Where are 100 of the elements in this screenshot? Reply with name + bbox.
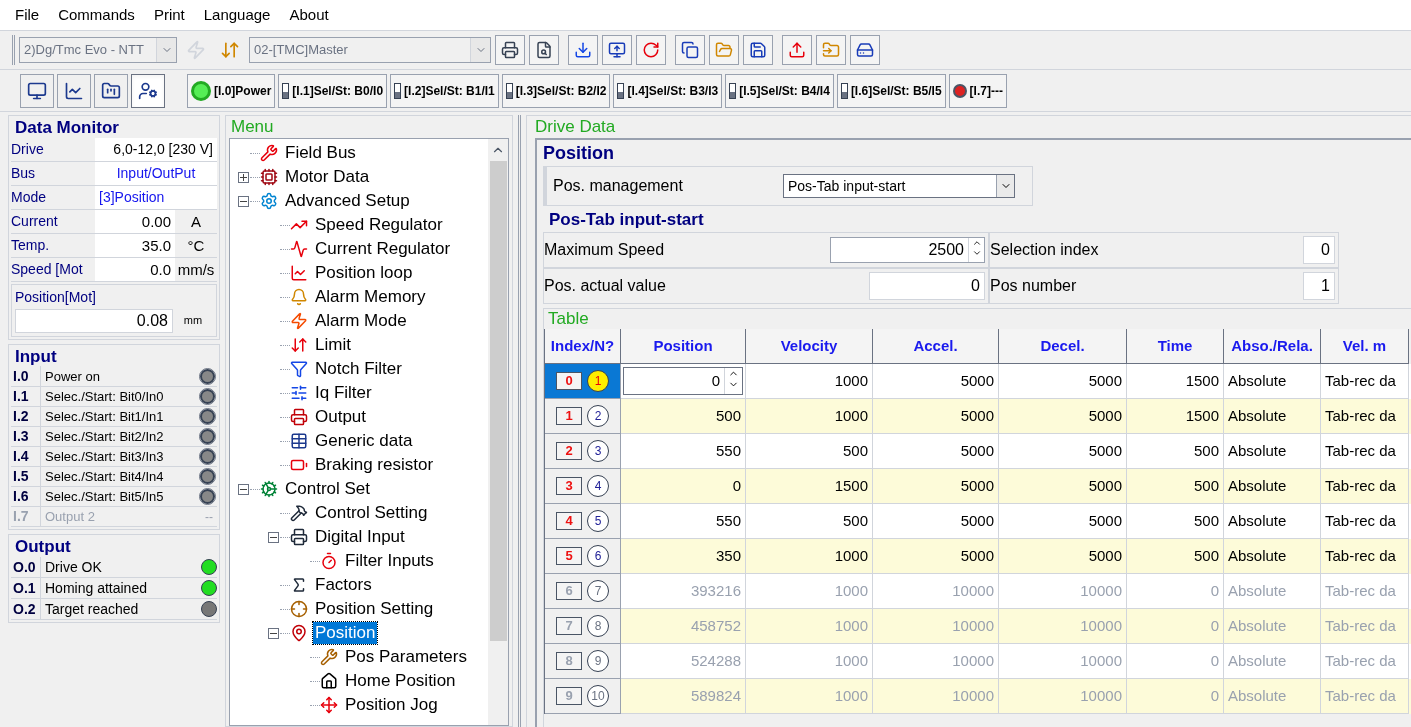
spin-down-icon[interactable]: [971, 248, 982, 258]
upload-icon[interactable]: [782, 35, 812, 65]
input-status-button[interactable]: [I.7]---: [948, 73, 1007, 108]
tree-item[interactable]: Position Jog: [343, 694, 440, 716]
table-row[interactable]: 1 2 500 1000 5000 5000 1500 Absolute Tab-rec da: [545, 399, 1411, 434]
table-row[interactable]: 0 1 0 1000 5000 5000 1500 Absolute Tab-rec da: [545, 364, 1411, 399]
index-label: 2: [556, 442, 582, 460]
tree-item[interactable]: Control Setting: [313, 502, 430, 524]
tree-item[interactable]: Filter Inputs: [343, 550, 436, 572]
tree-item[interactable]: Speed Regulator: [313, 214, 445, 236]
row-index-cell[interactable]: 2 3: [545, 434, 621, 469]
input-id: I.7: [11, 506, 41, 527]
row-index-cell[interactable]: 3 4: [545, 469, 621, 504]
printer-icon[interactable]: [495, 35, 525, 65]
value-field[interactable]: 0: [869, 272, 985, 300]
table-row[interactable]: 4 5 550 500 5000 5000 500 Absolute Tab-rec da: [545, 504, 1411, 539]
output-id: O.1: [11, 577, 41, 599]
dropdown[interactable]: Pos-Tab input-start: [783, 174, 1015, 198]
target-icon: [290, 600, 308, 618]
column-header[interactable]: Decel.: [999, 329, 1127, 364]
number-label: 3: [587, 440, 609, 462]
user-settings-icon[interactable]: [131, 73, 165, 108]
menu-item[interactable]: Language: [203, 3, 271, 27]
collapse-toggle[interactable]: [267, 531, 279, 543]
tree-item[interactable]: Alarm Memory: [313, 286, 428, 308]
column-header[interactable]: Velocity: [746, 329, 873, 364]
row-index-cell[interactable]: 1 2: [545, 399, 621, 434]
tree-item[interactable]: Output: [313, 406, 369, 428]
table-row[interactable]: 3 4 0 1500 5000 5000 500 Absolute Tab-rec da: [545, 469, 1411, 504]
tree-item[interactable]: Digital Input: [313, 526, 407, 548]
collapse-toggle[interactable]: [237, 195, 249, 207]
table-cell: 10000: [873, 679, 999, 714]
column-header[interactable]: Position: [621, 329, 746, 364]
input-status-button[interactable]: [I.0]Power: [187, 73, 276, 108]
preview-icon[interactable]: [529, 35, 559, 65]
drive-icon[interactable]: [850, 35, 880, 65]
download-icon[interactable]: [568, 35, 598, 65]
tree-item[interactable]: Position: [313, 622, 378, 644]
table-row[interactable]: 5 6 350 1000 5000 5000 500 Absolute Tab-rec da: [545, 539, 1411, 574]
row-index-cell[interactable]: 4 5: [545, 504, 621, 539]
column-header[interactable]: Vel. m: [1321, 329, 1409, 364]
tree-item[interactable]: Braking resistor: [313, 454, 436, 476]
row-index-cell[interactable]: 5 6: [545, 539, 621, 574]
tree-item[interactable]: Iq Filter: [313, 382, 374, 404]
spin-field[interactable]: 0: [623, 367, 743, 395]
group-title: Pos-Tab input-start: [548, 209, 705, 231]
monitor-icon[interactable]: [20, 73, 54, 108]
spin-up-icon[interactable]: [971, 238, 982, 248]
expand-toggle[interactable]: [237, 171, 249, 183]
tree-item[interactable]: Home Position: [343, 670, 458, 692]
tree-item[interactable]: Alarm Mode: [313, 310, 409, 332]
value-field: 0.0: [95, 258, 175, 281]
column-header[interactable]: Accel.: [873, 329, 999, 364]
input-id: I.5: [11, 466, 41, 487]
collapse-toggle[interactable]: [237, 483, 249, 495]
led-icon: [200, 389, 215, 404]
refresh-icon[interactable]: [636, 35, 666, 65]
tree-item[interactable]: Motor Data: [283, 166, 372, 188]
tree-item[interactable]: Field Bus: [283, 142, 358, 164]
index-label: 1: [556, 407, 582, 425]
tree-item[interactable]: Position loop: [313, 262, 415, 284]
input-status-button[interactable]: [I.1]Sel/St: B0/I0: [278, 73, 388, 108]
menu-item[interactable]: Commands: [58, 3, 135, 27]
row-index-cell[interactable]: 0 1: [545, 364, 621, 399]
value-field: 0.08: [15, 309, 173, 333]
spin-field[interactable]: 2500: [830, 237, 985, 263]
save-icon[interactable]: [743, 35, 773, 65]
chart-icon[interactable]: [57, 73, 91, 108]
menu-item[interactable]: File: [15, 3, 40, 27]
column-header[interactable]: Index/N?: [545, 329, 621, 364]
tree-item[interactable]: Generic data: [313, 430, 415, 452]
input-id: I.3: [11, 426, 41, 447]
column-header[interactable]: Time: [1127, 329, 1224, 364]
tree-item[interactable]: Current Regulator: [313, 238, 453, 260]
table-row[interactable]: 2 3 550 500 5000 5000 500 Absolute Tab-rec da: [545, 434, 1411, 469]
collapse-toggle[interactable]: [267, 627, 279, 639]
input-status-button[interactable]: [I.6]Sel/St: B5/I5: [836, 73, 946, 108]
tree-item[interactable]: Limit: [313, 334, 353, 356]
input-status-button[interactable]: [I.3]Sel/St: B2/I2: [501, 73, 611, 108]
menu-item[interactable]: About: [289, 3, 329, 27]
menu-item[interactable]: Print: [153, 3, 185, 27]
input-status-button[interactable]: [I.5]Sel/St: B4/I4: [725, 73, 834, 108]
tree-item[interactable]: Pos Parameters: [343, 646, 469, 668]
led-icon: [200, 409, 215, 424]
folder-chart-icon[interactable]: [94, 73, 128, 108]
input-status-button[interactable]: [I.4]Sel/St: B3/I3: [613, 73, 723, 108]
tree-item[interactable]: Advanced Setup: [283, 190, 412, 212]
number-label: 8: [587, 615, 609, 637]
copy-icon[interactable]: [675, 35, 705, 65]
index-label: 6: [556, 582, 582, 600]
gear-icon: [260, 480, 278, 498]
table-icon: [290, 432, 308, 450]
tree-item[interactable]: Notch Filter: [313, 358, 404, 380]
column-header[interactable]: Abso./Rela.: [1224, 329, 1321, 364]
tree-item[interactable]: Position Setting: [313, 598, 436, 620]
tree-item[interactable]: Factors: [313, 574, 374, 596]
scrollbar[interactable]: [488, 139, 508, 725]
input-status-button[interactable]: [I.2]Sel/St: B1/I1: [390, 73, 499, 108]
table-cell: 1000: [746, 679, 873, 714]
tree-item[interactable]: Control Set: [283, 478, 373, 500]
